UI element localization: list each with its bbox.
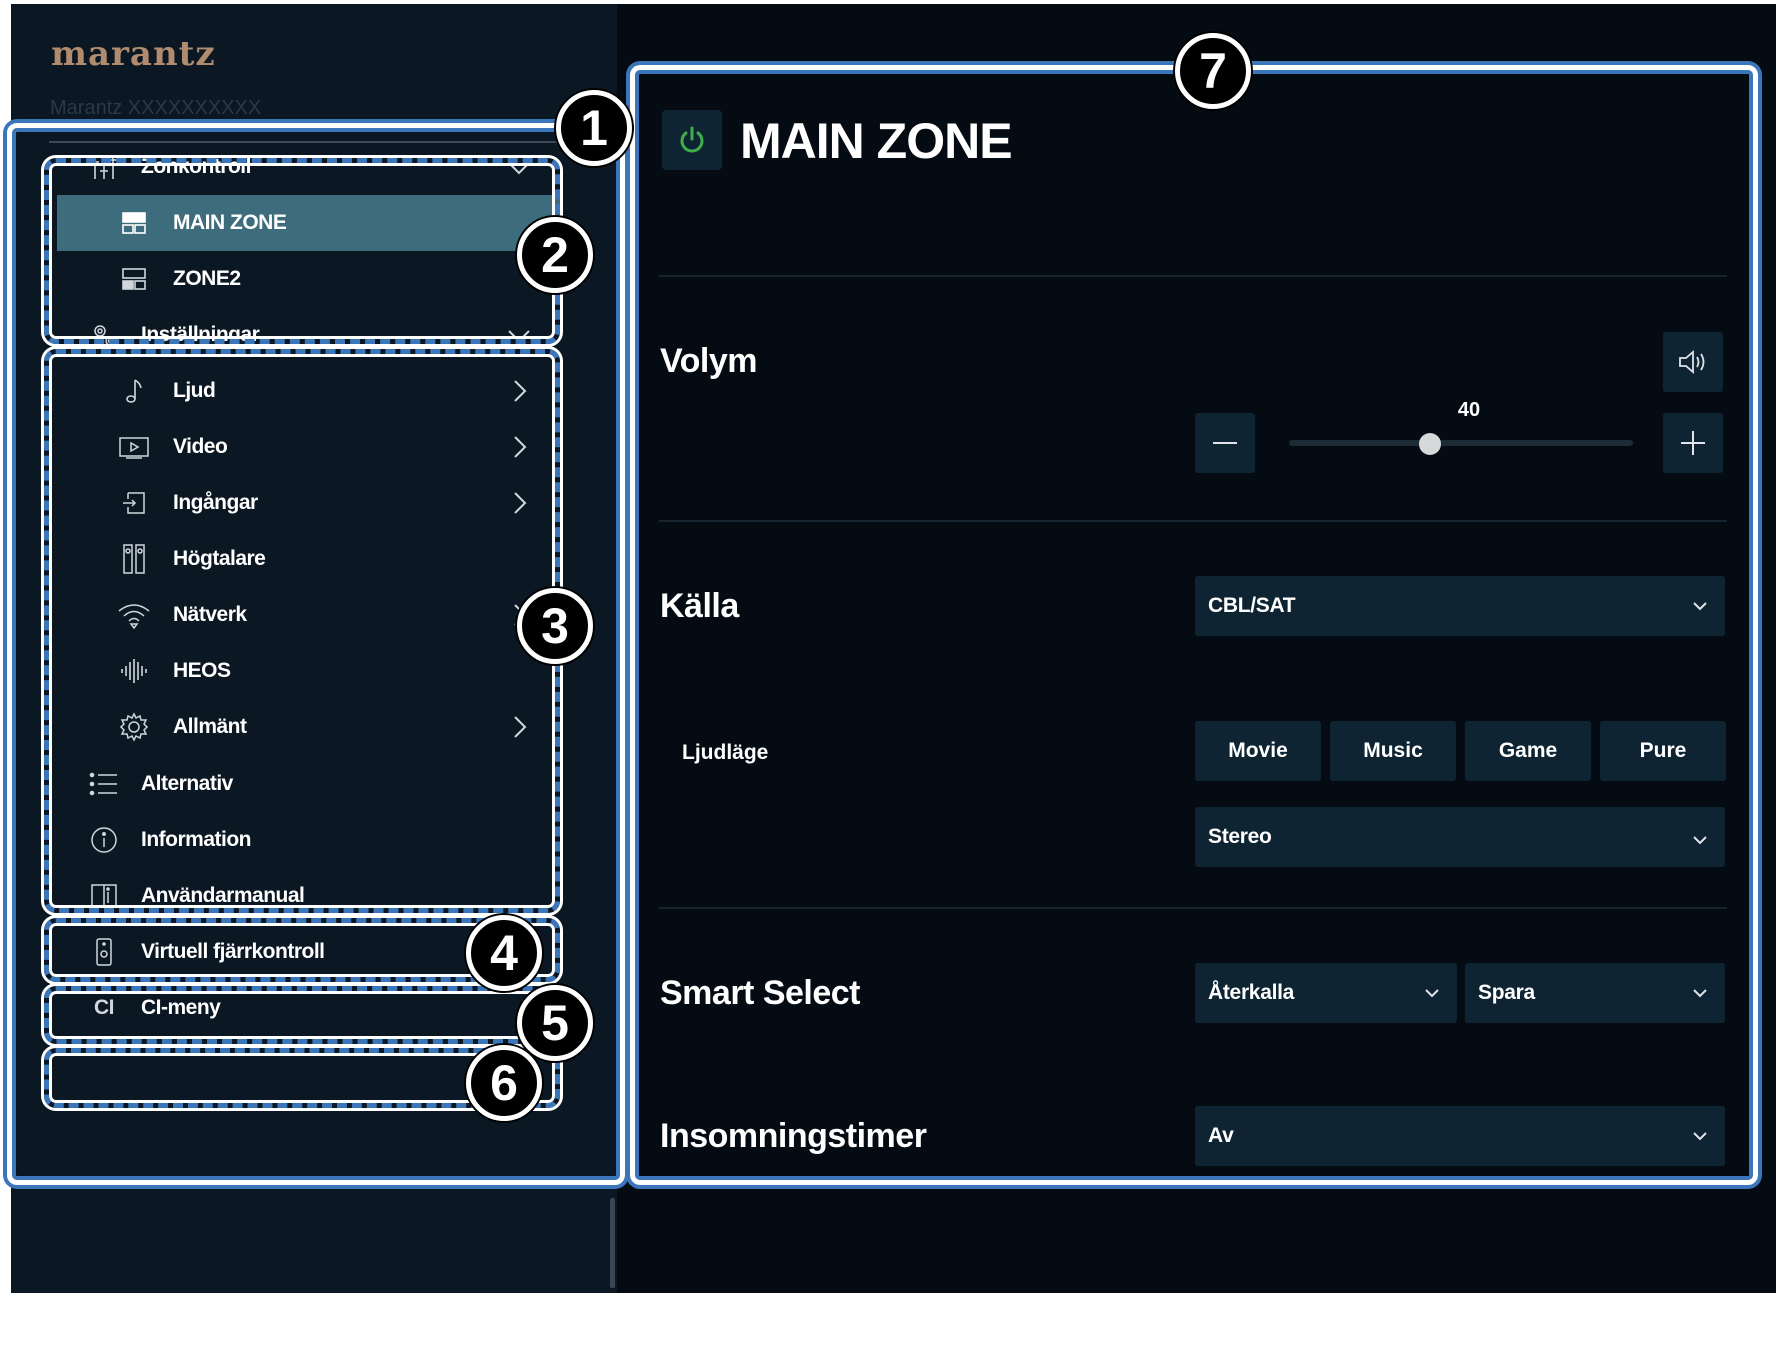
callout-1: 1 — [556, 90, 632, 166]
callout-7: 7 — [1175, 33, 1251, 109]
sidebar-scrollbar[interactable] — [610, 1198, 615, 1288]
annotation-frame-main — [630, 65, 1758, 1185]
callout-4: 4 — [466, 915, 542, 991]
callout-3: 3 — [517, 588, 593, 664]
callout-5: 5 — [517, 985, 593, 1061]
callout-6: 6 — [466, 1045, 542, 1121]
callout-2: 2 — [517, 217, 593, 293]
annotation-box-manual — [44, 986, 560, 1044]
annotation-box-zone-control — [44, 158, 560, 344]
device-name: Marantz XXXXXXXXXX — [50, 97, 262, 119]
annotation-box-settings — [44, 349, 560, 913]
brand-logo: marantz — [51, 34, 216, 74]
